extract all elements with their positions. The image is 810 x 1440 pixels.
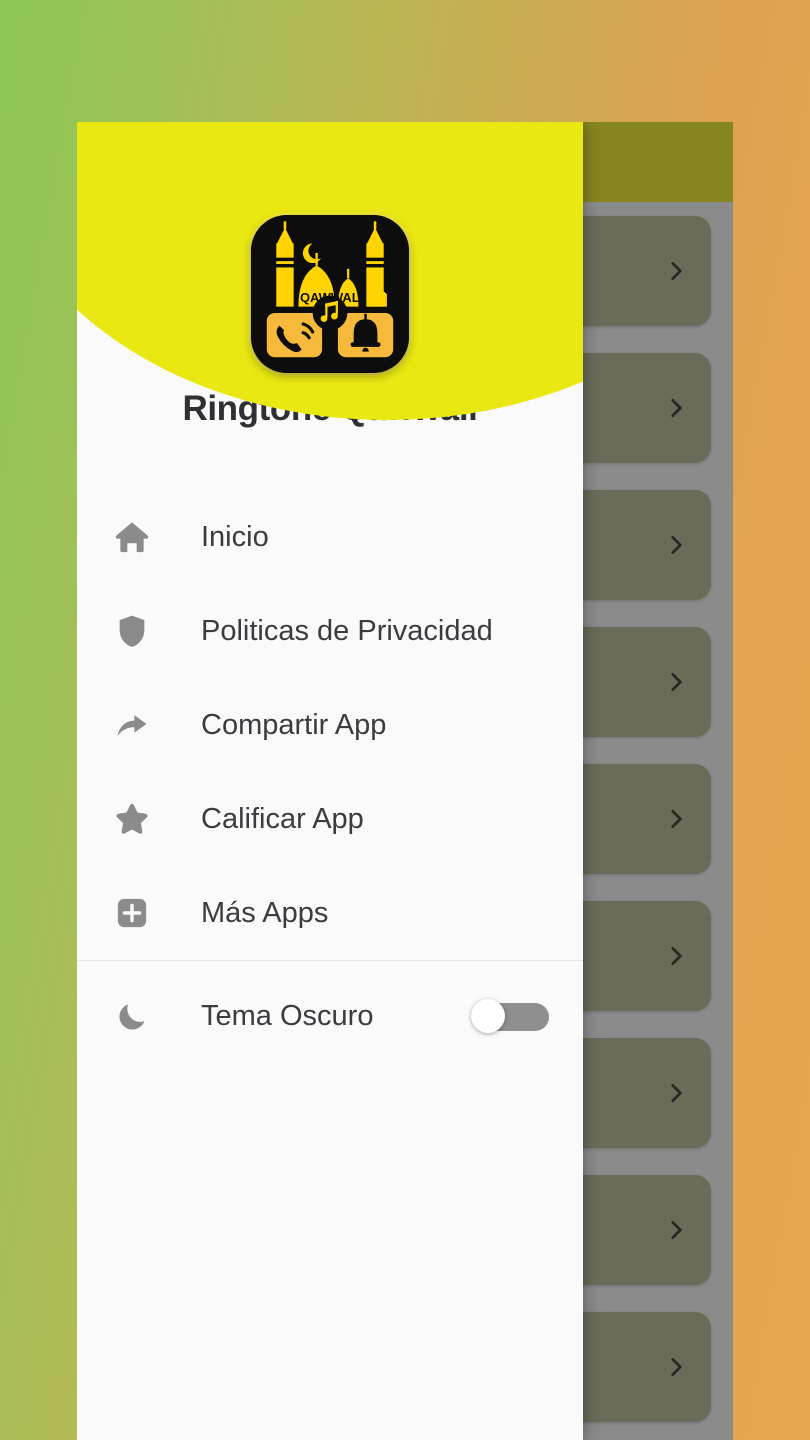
- plus-box-icon: [104, 891, 160, 935]
- home-icon: [104, 515, 160, 559]
- toggle-thumb: [471, 999, 505, 1033]
- shield-icon: [104, 609, 160, 653]
- sidebar-item-label: Compartir App: [201, 708, 387, 741]
- share-arrow-icon: [104, 703, 160, 747]
- dark-theme-label: Tema Oscuro: [201, 999, 374, 1032]
- dark-theme-row[interactable]: Tema Oscuro: [77, 961, 583, 1071]
- sidebar-item-privacidad[interactable]: Politicas de Privacidad: [77, 584, 583, 678]
- app-logo-qawwali: QAWWALI: [251, 215, 409, 373]
- star-icon: [104, 797, 160, 841]
- sidebar-item-mas-apps[interactable]: Más Apps: [77, 866, 583, 960]
- moon-icon: [104, 994, 160, 1038]
- app-window: QAWWALI: [77, 122, 733, 1440]
- screen: QAWWALI: [0, 0, 810, 1440]
- sidebar-item-label: Inicio: [201, 520, 269, 553]
- drawer-menu: Inicio Politicas de Privacidad Compartir…: [77, 472, 583, 1071]
- sidebar-item-label: Politicas de Privacidad: [201, 614, 493, 647]
- sidebar-item-inicio[interactable]: Inicio: [77, 490, 583, 584]
- drawer-header: QAWWALI: [77, 122, 583, 472]
- sidebar-item-compartir[interactable]: Compartir App: [77, 678, 583, 772]
- sidebar-item-calificar[interactable]: Calificar App: [77, 772, 583, 866]
- sidebar-item-label: Más Apps: [201, 896, 329, 929]
- navigation-drawer: QAWWALI: [77, 122, 583, 1440]
- dark-theme-toggle[interactable]: [471, 999, 549, 1033]
- sidebar-item-label: Calificar App: [201, 802, 364, 835]
